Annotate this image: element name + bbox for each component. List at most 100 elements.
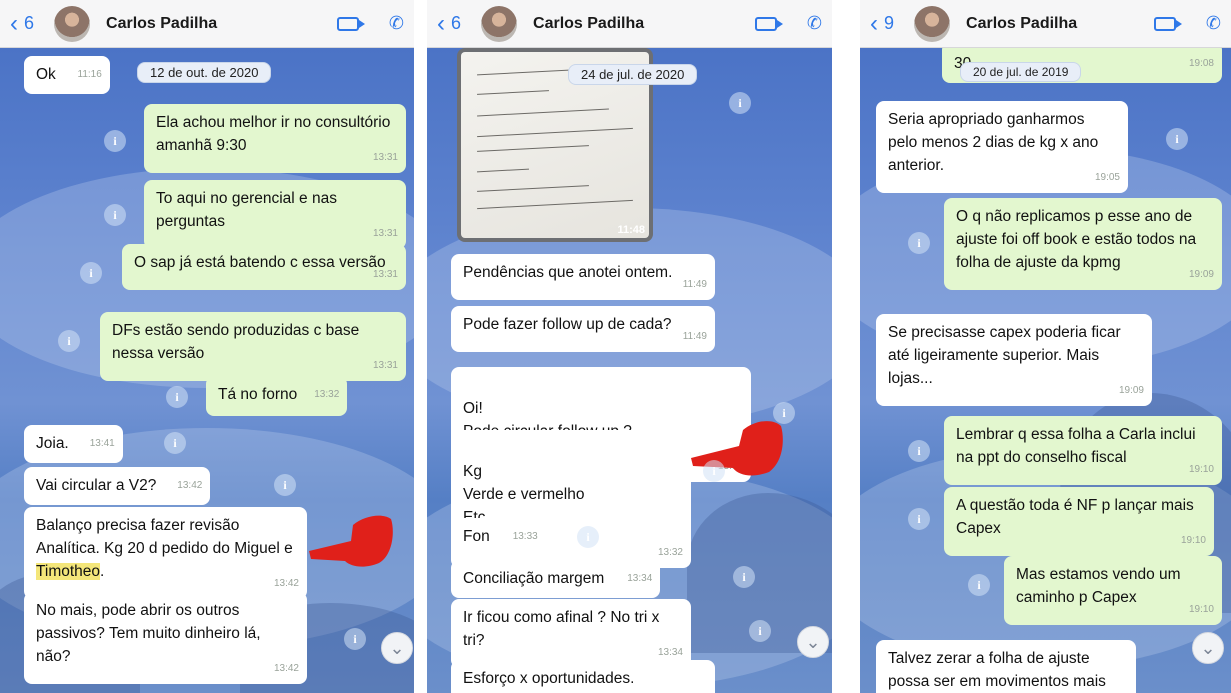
message-bubble[interactable]: Pendências que anotei ontem. 11:49 <box>451 254 715 300</box>
info-icon[interactable]: i <box>274 474 296 496</box>
message-time: 13:34 <box>627 573 653 584</box>
avatar[interactable] <box>481 5 518 42</box>
info-icon[interactable]: i <box>968 574 990 596</box>
message-bubble[interactable]: Tá no forno 13:32 <box>206 376 348 416</box>
message-bubble[interactable]: Ok 11:16 <box>24 56 110 94</box>
message-text: Se precisasse capex poderia ficar até li… <box>888 324 1121 387</box>
back-button[interactable]: ‹ 9 <box>870 9 894 37</box>
message-bubble[interactable]: A questão toda é NF p lançar mais Capex … <box>944 487 1214 556</box>
contact-name[interactable]: Carlos Padilha <box>106 15 315 33</box>
message-bubble[interactable]: Talvez zerar a folha de ajuste possa ser… <box>876 640 1136 693</box>
message-time: 19:10 <box>1188 464 1214 475</box>
message-time: 19:09 <box>1118 385 1144 396</box>
message-bubble[interactable]: DFs estão sendo produzidas c base nessa … <box>100 312 406 381</box>
video-call-icon[interactable] <box>336 16 365 31</box>
message-text: Conciliação margem <box>463 570 605 587</box>
message-text: Kg Verde e vermelho Etc <box>463 463 585 526</box>
info-icon[interactable]: i <box>58 330 80 352</box>
message-time: 13:31 <box>372 360 398 371</box>
message-text: Lembrar q essa folha a Carla inclui na p… <box>956 426 1196 466</box>
chat-area[interactable]: Ok 11:16 12 de out. de 2020 i Ela achou … <box>0 48 414 693</box>
phone-icon[interactable]: ✆ <box>1206 13 1221 34</box>
message-time: 13:32 <box>657 547 683 558</box>
info-icon[interactable]: i <box>703 460 725 482</box>
message-bubble[interactable]: Pode fazer follow up de cada? 11:49 <box>451 306 715 352</box>
scroll-down-icon[interactable]: ⌄ <box>381 632 413 664</box>
phone-icon[interactable]: ✆ <box>807 13 822 34</box>
date-badge: 24 de jul. de 2020 <box>568 64 698 85</box>
message-time: 19:08 <box>1188 58 1214 69</box>
message-time: 11:16 <box>77 69 102 80</box>
chevron-left-icon: ‹ <box>437 9 445 37</box>
message-bubble[interactable]: No mais, pode abrir os outros passivos? … <box>24 592 307 684</box>
message-text: O q não replicamos p esse ano de ajuste … <box>956 208 1197 271</box>
avatar[interactable] <box>54 5 91 42</box>
phone-icon[interactable]: ✆ <box>389 13 404 34</box>
message-bubble[interactable]: Lembrar q essa folha a Carla inclui na p… <box>944 416 1222 485</box>
message-time: 19:10 <box>1188 604 1214 615</box>
back-button[interactable]: ‹ 6 <box>10 11 35 36</box>
info-icon[interactable]: i <box>104 130 126 152</box>
chevron-left-icon: ‹ <box>870 9 878 37</box>
date-badge: 20 de jul. de 2019 <box>960 62 1082 82</box>
unread-count: 6 <box>24 13 35 33</box>
message-time: 19:09 <box>1188 269 1214 280</box>
info-icon[interactable]: i <box>166 386 188 408</box>
message-text: Seria apropriado ganharmos pelo menos 2 … <box>888 111 1099 174</box>
message-text: DFs estão sendo produzidas c base nessa … <box>112 322 360 362</box>
message-bubble[interactable]: O q não replicamos p esse ano de ajuste … <box>944 198 1222 290</box>
red-pointing-hand-icon <box>691 421 783 476</box>
message-bubble[interactable]: Seria apropriado ganharmos pelo menos 2 … <box>876 101 1128 193</box>
info-icon[interactable]: i <box>908 232 930 254</box>
info-icon[interactable]: i <box>80 262 102 284</box>
contact-name[interactable]: Carlos Padilha <box>533 15 733 33</box>
message-time: 13:31 <box>372 228 398 239</box>
info-icon[interactable]: i <box>908 508 930 530</box>
chat-header: ‹ 6 Carlos Padilha ✆ <box>0 0 414 48</box>
message-text: Mas estamos vendo um caminho p Capex <box>1016 566 1181 606</box>
scroll-down-icon[interactable]: ⌄ <box>797 626 829 658</box>
chat-panel-1: ‹ 6 Carlos Padilha ✆ Ok 11:16 12 de out.… <box>0 0 414 693</box>
message-time: 11:48 <box>617 224 645 236</box>
message-text: O sap já está batendo c essa versão <box>134 254 386 271</box>
avatar[interactable] <box>914 5 951 42</box>
chat-header: ‹ 6 Carlos Padilha ✆ <box>427 0 832 48</box>
info-icon[interactable]: i <box>344 628 366 650</box>
date-badge: 12 de out. de 2020 <box>137 62 272 83</box>
message-text: Talvez zerar a folha de ajuste possa ser… <box>888 650 1106 690</box>
message-bubble[interactable]: Fon 13:33 <box>451 518 546 556</box>
info-icon[interactable]: i <box>577 526 599 548</box>
info-icon[interactable]: i <box>908 440 930 462</box>
chat-area[interactable]: 11:48 24 de jul. de 2020 i Pendências qu… <box>427 48 832 693</box>
info-icon[interactable]: i <box>1166 128 1188 150</box>
message-text: Ir ficou como afinal ? No tri x tri? <box>463 609 660 649</box>
info-icon[interactable]: i <box>733 566 755 588</box>
message-bubble[interactable]: O sap já está batendo c essa versão 13:3… <box>122 244 406 290</box>
contact-name[interactable]: Carlos Padilha <box>966 15 1132 33</box>
message-time: 11:49 <box>682 279 707 290</box>
scroll-down-icon[interactable]: ⌄ <box>1192 632 1224 664</box>
message-text: A questão toda é NF p lançar mais Capex <box>956 497 1194 537</box>
message-bubble[interactable]: Mas estamos vendo um caminho p Capex 19:… <box>1004 556 1222 625</box>
message-time: 13:31 <box>372 269 398 280</box>
message-bubble[interactable]: Joia. 13:41 <box>24 425 123 463</box>
message-bubble[interactable]: Ir ficou como afinal ? No tri x tri? 13:… <box>451 599 691 668</box>
video-call-icon[interactable] <box>1153 16 1182 31</box>
info-icon[interactable]: i <box>164 432 186 454</box>
message-bubble[interactable]: To aqui no gerencial e nas perguntas 13:… <box>144 180 406 249</box>
message-time: 13:42 <box>273 663 299 674</box>
message-bubble[interactable]: Ela achou melhor ir no consultório amanh… <box>144 104 406 173</box>
message-bubble[interactable]: Vai circular a V2? 13:42 <box>24 467 211 505</box>
message-bubble[interactable]: Conciliação margem 13:34 <box>451 560 661 598</box>
info-icon[interactable]: i <box>729 92 751 114</box>
back-button[interactable]: ‹ 6 <box>437 9 461 37</box>
message-bubble[interactable]: Se precisasse capex poderia ficar até li… <box>876 314 1152 406</box>
info-icon[interactable]: i <box>104 204 126 226</box>
message-time: 11:49 <box>682 331 707 342</box>
chat-area[interactable]: 30 19:08 20 de jul. de 2019 Seria apropr… <box>860 48 1231 693</box>
video-call-icon[interactable] <box>754 16 783 31</box>
message-text: Tá no forno <box>218 386 298 403</box>
info-icon[interactable]: i <box>749 620 771 642</box>
message-bubble[interactable]: Balanço precisa fazer revisão Analítica.… <box>24 507 307 599</box>
message-bubble[interactable]: Esforço x oportunidades. <box>451 660 715 693</box>
